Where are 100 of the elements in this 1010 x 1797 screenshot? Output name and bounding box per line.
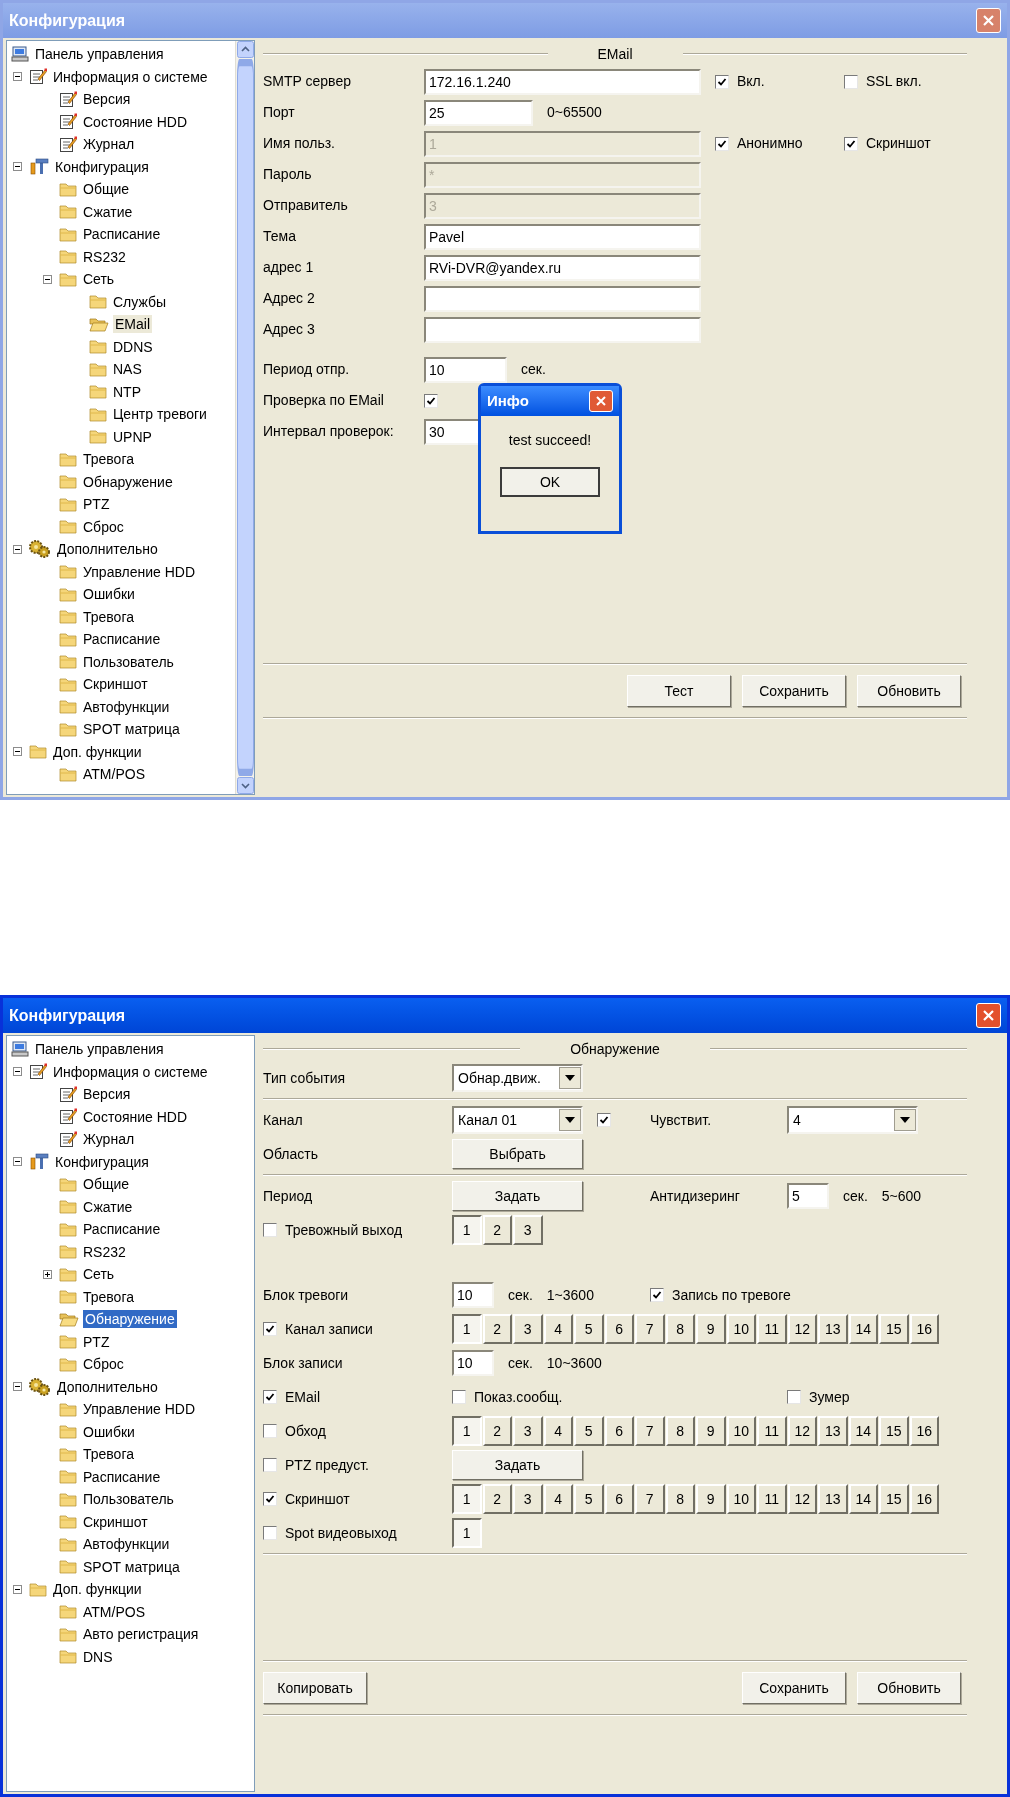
channel-toggle[interactable]: 2 (482, 1416, 512, 1446)
tree-item[interactable]: PTZ (81, 1332, 112, 1351)
tree-item[interactable]: DNS (81, 1647, 115, 1666)
tree-item[interactable]: Тревога (81, 1445, 136, 1464)
expand-icon[interactable] (43, 1269, 52, 1279)
tree-item[interactable]: Версия (81, 1085, 133, 1104)
tree-item[interactable]: Тревога (81, 450, 136, 469)
channel-toggle[interactable]: 15 (879, 1484, 909, 1514)
checkbox[interactable] (263, 1223, 277, 1237)
channel-toggle[interactable]: 6 (604, 1314, 634, 1344)
channel-toggle[interactable]: 5 (574, 1314, 604, 1344)
tree-item[interactable]: Панель управления (33, 1040, 166, 1059)
tree-item[interactable]: Общие (81, 180, 132, 199)
channel-toggle[interactable]: 9 (696, 1416, 726, 1446)
tree-item[interactable]: Панель управления (33, 45, 166, 64)
tree-item[interactable]: NAS (111, 360, 144, 379)
checkbox[interactable] (424, 393, 438, 408)
tree-item[interactable]: Журнал (81, 1130, 137, 1149)
collapse-icon[interactable] (13, 72, 22, 82)
channel-toggle[interactable]: 11 (757, 1314, 787, 1344)
checkbox[interactable] (263, 1424, 277, 1438)
tree-item[interactable]: RS232 (81, 1242, 128, 1261)
channel-toggle[interactable]: 2 (482, 1314, 512, 1344)
channel-toggle[interactable]: 8 (665, 1314, 695, 1344)
dropdown[interactable]: 4 (787, 1106, 918, 1134)
tree-item[interactable]: Центр тревоги (111, 405, 209, 424)
input-field[interactable]: 10 (424, 356, 507, 383)
channel-toggle[interactable]: 1 (452, 1518, 482, 1548)
action-button[interactable]: Копировать (263, 1672, 367, 1704)
tree-item[interactable]: Тревога (81, 1287, 136, 1306)
channel-toggle[interactable]: 13 (818, 1416, 848, 1446)
channel-toggle[interactable]: 5 (574, 1416, 604, 1446)
action-button[interactable]: Сохранить (742, 675, 846, 707)
checkbox[interactable] (715, 74, 729, 89)
channel-toggle[interactable]: 2 (482, 1215, 512, 1245)
channel-toggle[interactable]: 8 (665, 1484, 695, 1514)
tree-item[interactable]: Журнал (81, 135, 137, 154)
tree-item[interactable]: Сеть (81, 270, 117, 289)
tree-item[interactable]: Скриншот (81, 675, 150, 694)
channel-toggle[interactable]: 10 (726, 1484, 756, 1514)
tree-item[interactable]: Дополнительно (55, 1377, 160, 1396)
channel-toggle[interactable]: 11 (757, 1484, 787, 1514)
input-field[interactable]: 10 (452, 1350, 494, 1376)
tree-item[interactable]: Ошибки (81, 585, 137, 604)
action-button[interactable]: Обновить (857, 1672, 961, 1704)
tree-item[interactable]: Авто регистрация (81, 1625, 201, 1644)
tree-item[interactable]: Автофункции (81, 1535, 172, 1554)
tree-item[interactable]: Сброс (81, 1355, 126, 1374)
tree-item[interactable]: SPOT матрица (81, 1557, 182, 1576)
channel-toggle[interactable]: 15 (879, 1416, 909, 1446)
tree-item[interactable]: NTP (111, 382, 143, 401)
input-field[interactable] (424, 285, 701, 312)
tree-item[interactable]: UPNP (111, 427, 154, 446)
channel-toggle[interactable]: 7 (635, 1314, 665, 1344)
tree-item[interactable]: Состояние HDD (81, 1107, 190, 1126)
collapse-icon[interactable] (13, 1067, 22, 1077)
tree-item[interactable]: Расписание (81, 225, 163, 244)
tree-item[interactable]: Доп. функции (51, 1580, 144, 1599)
checkbox[interactable] (715, 136, 729, 151)
channel-toggle[interactable]: 7 (635, 1484, 665, 1514)
checkbox[interactable] (263, 1390, 277, 1404)
checkbox[interactable] (844, 136, 858, 151)
tree-item[interactable]: Скриншот (81, 1512, 150, 1531)
collapse-icon[interactable] (13, 162, 22, 172)
tree-item[interactable]: PTZ (81, 495, 112, 514)
tree-item[interactable]: Сеть (81, 1265, 117, 1284)
tree-item[interactable]: Конфигурация (53, 157, 151, 176)
channel-toggle[interactable]: 6 (604, 1484, 634, 1514)
tree-item[interactable]: ATM/POS (81, 1602, 147, 1621)
tree-item[interactable]: RS232 (81, 247, 128, 266)
input-field[interactable]: 172.16.1.240 (424, 68, 701, 95)
channel-toggle[interactable]: 4 (543, 1314, 573, 1344)
channel-toggle[interactable]: 11 (757, 1416, 787, 1446)
input-field[interactable]: 25 (424, 99, 533, 126)
tree-item[interactable]: Общие (81, 1175, 132, 1194)
channel-toggle[interactable]: 1 (452, 1484, 482, 1514)
input-field[interactable]: 10 (452, 1282, 494, 1308)
tree-item[interactable]: Версия (81, 90, 133, 109)
channel-toggle[interactable]: 3 (513, 1484, 543, 1514)
channel-toggle[interactable]: 10 (726, 1314, 756, 1344)
tree-item[interactable]: Пользователь (81, 1490, 176, 1509)
checkbox[interactable] (263, 1322, 277, 1336)
tree-item[interactable]: ATM/POS (81, 765, 147, 784)
input-field[interactable]: 5 (787, 1183, 829, 1209)
action-button[interactable]: Задать (452, 1181, 583, 1211)
tree-item[interactable]: Обнаружение (81, 472, 175, 491)
channel-toggle[interactable]: 6 (604, 1416, 634, 1446)
channel-toggle[interactable]: 13 (818, 1484, 848, 1514)
channel-toggle[interactable]: 12 (787, 1416, 817, 1446)
channel-toggle[interactable]: 8 (665, 1416, 695, 1446)
tree-item[interactable]: Информация о системе (51, 1062, 210, 1081)
caret-icon[interactable] (559, 1067, 581, 1089)
tree-item[interactable]: Сжатие (81, 1197, 135, 1216)
channel-toggle[interactable]: 14 (848, 1484, 878, 1514)
channel-toggle[interactable]: 12 (787, 1314, 817, 1344)
channel-toggle[interactable]: 3 (513, 1215, 543, 1245)
action-button[interactable]: Задать (452, 1450, 583, 1480)
channel-toggle[interactable]: 4 (543, 1484, 573, 1514)
close-button[interactable] (589, 390, 613, 412)
channel-toggle[interactable]: 15 (879, 1314, 909, 1344)
